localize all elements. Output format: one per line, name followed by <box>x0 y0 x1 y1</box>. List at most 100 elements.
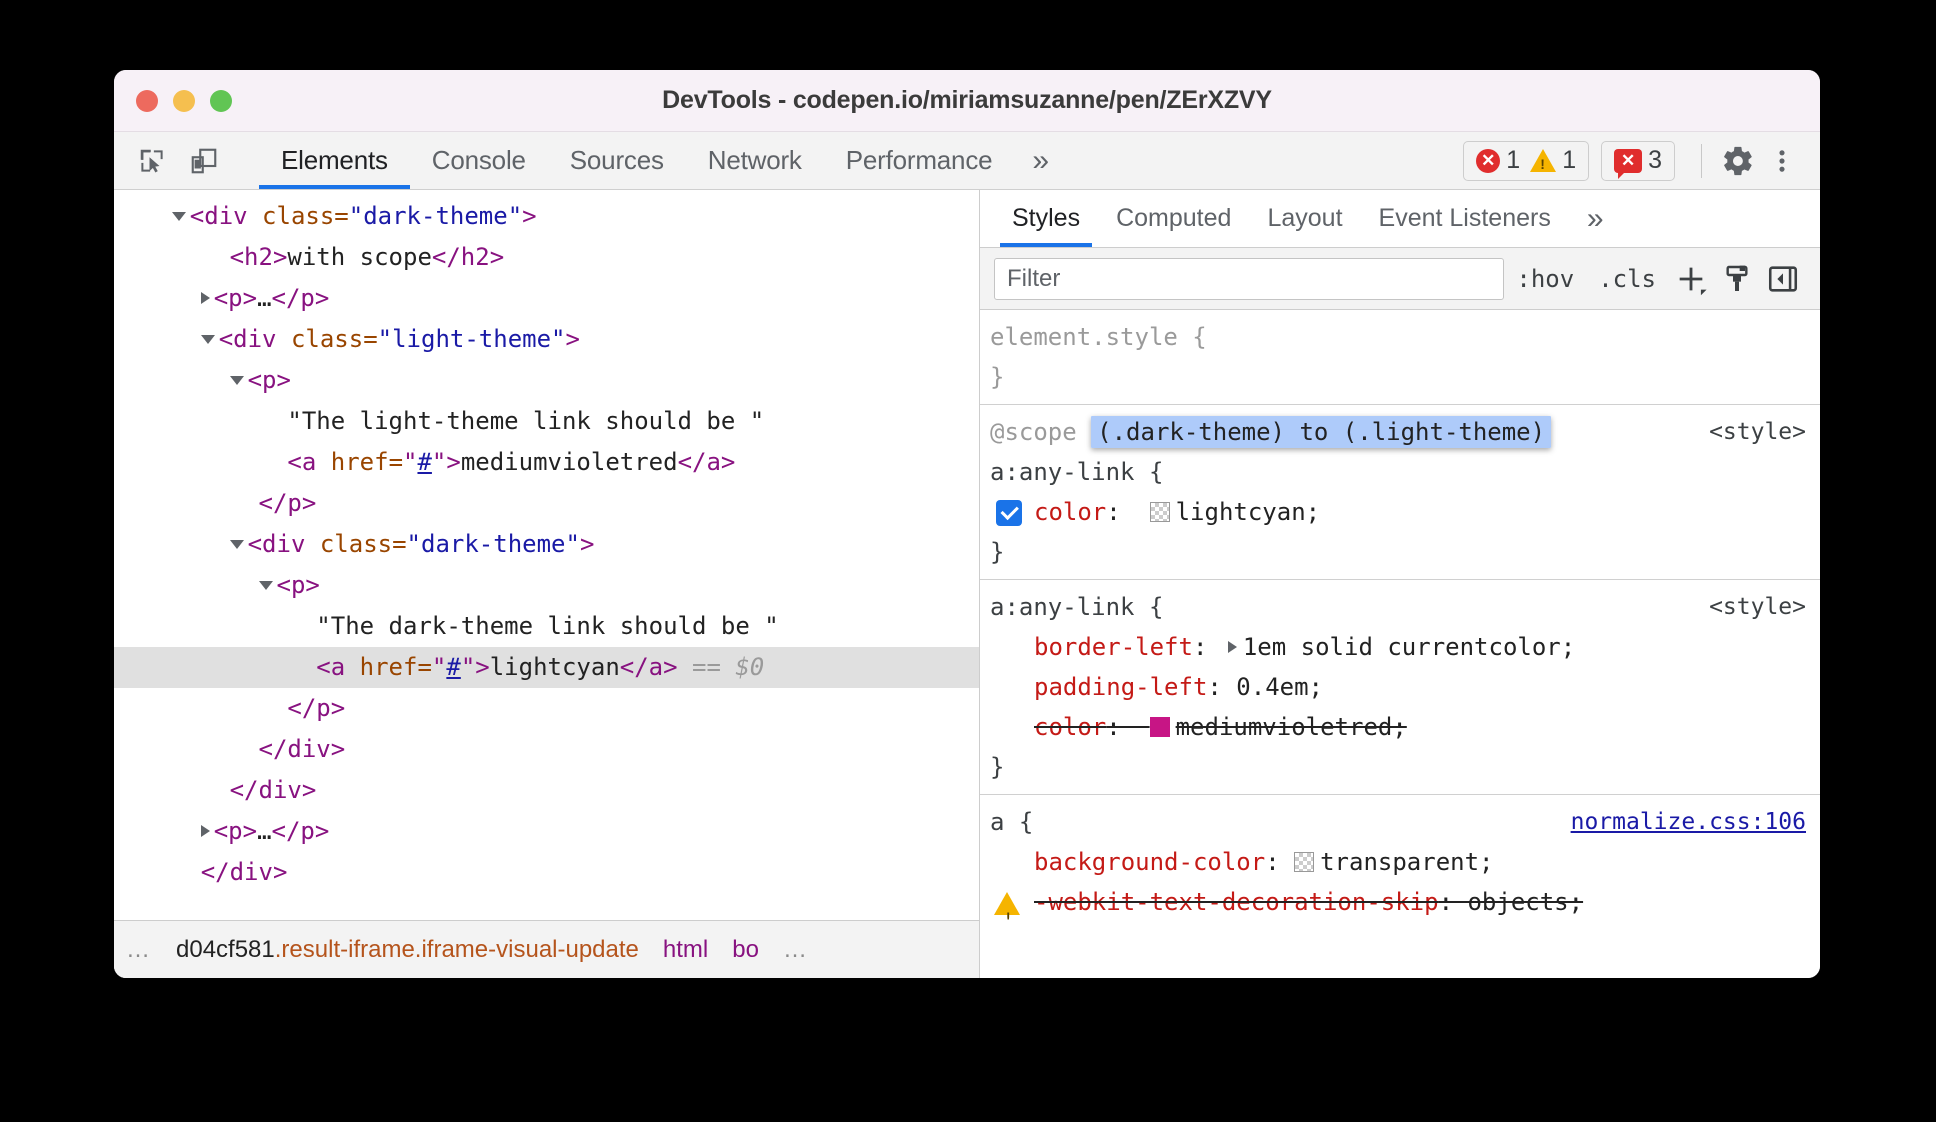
dom-tree[interactable]: <div class="dark-theme"> <h2>with scope<… <box>114 190 979 920</box>
css-property-name[interactable]: -webkit-text-decoration-skip <box>1034 888 1439 916</box>
dom-tree-row[interactable]: <div class="light-theme"> <box>114 319 979 360</box>
breadcrumb-item[interactable]: d04cf581 .result-iframe.iframe-visual-upd… <box>164 921 651 978</box>
kebab-menu-icon[interactable] <box>1760 139 1804 183</box>
css-declaration[interactable]: border-left: 1em solid currentcolor; <box>990 627 1820 667</box>
css-rule[interactable]: <style> @scope (.dark-theme) to (.light-t… <box>980 405 1820 580</box>
dom-tree-row[interactable]: </div> <box>114 729 979 770</box>
dom-tree-row[interactable]: <a href="#">mediumvioletred</a> <box>114 442 979 483</box>
issues-counter: ✕ 3 <box>1614 146 1662 179</box>
css-property-value[interactable]: 1em solid currentcolor; <box>1243 633 1575 661</box>
dom-tree-row[interactable]: <div class="dark-theme"> <box>114 196 979 237</box>
color-swatch[interactable] <box>1294 852 1315 872</box>
device-toolbar-icon[interactable] <box>182 139 226 183</box>
breadcrumb-item[interactable]: html <box>651 921 720 978</box>
css-selector[interactable]: a:any-link { <box>990 452 1820 492</box>
declaration-enabled-checkbox[interactable] <box>996 500 1022 526</box>
expand-triangle-icon[interactable] <box>200 292 210 304</box>
collapse-triangle-icon[interactable] <box>229 376 244 385</box>
breadcrumb-node-name: html <box>662 935 709 963</box>
maximize-window-button[interactable] <box>210 89 232 112</box>
dom-tree-row[interactable]: </p> <box>114 688 979 729</box>
toggle-pseudo-states-button[interactable]: :hov <box>1504 265 1586 293</box>
dom-tree-row[interactable]: </div> <box>114 852 979 893</box>
css-property-value[interactable]: 0.4em; <box>1236 673 1323 701</box>
tab-elements[interactable]: Elements <box>259 132 410 189</box>
css-property-name[interactable]: border-left <box>1034 633 1193 661</box>
color-swatch[interactable] <box>1149 502 1170 522</box>
css-property-value[interactable]: objects; <box>1467 888 1583 916</box>
toggle-element-classes-button[interactable]: .cls <box>1586 265 1668 293</box>
filter-input[interactable] <box>994 257 1505 300</box>
dom-tree-row[interactable]: <div class="dark-theme"> <box>114 524 979 565</box>
css-declaration[interactable]: background-color: transparent; <box>990 842 1820 882</box>
tab-performance[interactable]: Performance <box>824 132 1015 189</box>
dom-tree-row[interactable]: <p>…</p> <box>114 278 979 319</box>
collapse-triangle-icon[interactable] <box>200 335 215 344</box>
shorthand-expand-icon[interactable] <box>1227 641 1237 653</box>
breadcrumb-overflow-left[interactable]: … <box>114 921 164 978</box>
css-rules-list[interactable]: element.style {} <style> @scope (.dark-the… <box>980 310 1820 920</box>
css-property-name[interactable]: color <box>1034 498 1106 526</box>
breadcrumb-item[interactable]: bo <box>720 921 771 978</box>
collapse-triangle-icon[interactable] <box>258 581 273 590</box>
css-selector[interactable]: element.style { <box>990 317 1820 357</box>
css-declaration[interactable]: color: lightcyan; <box>990 492 1820 532</box>
dom-token-txt: lightcyan <box>489 653 620 681</box>
css-property-value[interactable]: mediumvioletred; <box>1176 713 1407 741</box>
breadcrumb-overflow-right[interactable]: … <box>771 921 821 978</box>
css-rule[interactable]: normalize.css:106 a {background-color: tr… <box>980 795 1820 920</box>
dom-tree-row[interactable]: "The dark-theme link should be " <box>114 606 979 647</box>
tab-event-listeners[interactable]: Event Listeners <box>1361 190 1569 247</box>
css-property-name[interactable]: color <box>1034 713 1106 741</box>
css-rule[interactable]: <style> a:any-link {border-left: 1em soli… <box>980 580 1820 795</box>
more-sidebar-tabs-icon[interactable]: » <box>1569 190 1622 247</box>
dom-tree-row[interactable]: <p> <box>114 360 979 401</box>
dom-tree-row[interactable]: </div> <box>114 770 979 811</box>
dom-tree-row[interactable]: "The light-theme link should be " <box>114 401 979 442</box>
css-rule[interactable]: element.style {} <box>980 310 1820 405</box>
css-declaration[interactable]: color: mediumvioletred; <box>990 707 1820 747</box>
at-scope-rule[interactable]: @scope (.dark-theme) to (.light-theme) <box>990 412 1820 452</box>
dom-tree-row[interactable]: </p> <box>114 483 979 524</box>
tab-console[interactable]: Console <box>410 132 548 189</box>
dom-tree-row[interactable]: <p>…</p> <box>114 811 979 852</box>
collapse-sidebar-icon[interactable] <box>1760 256 1806 302</box>
tab-network[interactable]: Network <box>686 132 824 189</box>
marker-spacer <box>259 407 288 435</box>
more-panels-icon[interactable]: » <box>1014 132 1067 189</box>
tab-layout[interactable]: Layout <box>1249 190 1360 247</box>
css-selector[interactable]: a:any-link { <box>990 587 1820 627</box>
console-counters-button[interactable]: ✕ 1 1 <box>1463 140 1590 181</box>
css-declaration[interactable]: -webkit-text-decoration-skip: objects; <box>990 882 1820 920</box>
paintbrush-icon[interactable] <box>1714 256 1760 302</box>
dom-token-dollar: == $0 <box>677 653 765 681</box>
tab-sources[interactable]: Sources <box>548 132 686 189</box>
tab-computed[interactable]: Computed <box>1098 190 1249 247</box>
minimize-window-button[interactable] <box>173 89 195 112</box>
css-property-value[interactable]: transparent; <box>1320 848 1493 876</box>
issues-counter-button[interactable]: ✕ 3 <box>1601 140 1675 181</box>
tab-styles[interactable]: Styles <box>994 190 1098 247</box>
panel-tabs: Elements Console Sources Network Perform… <box>259 132 1067 189</box>
css-property-value[interactable]: lightcyan; <box>1176 498 1321 526</box>
dom-tree-row-selected[interactable]: <a href="#">lightcyan</a> == $0 <box>114 647 979 688</box>
color-swatch[interactable] <box>1149 717 1170 737</box>
dom-tree-row[interactable]: <h2>with scope</h2> <box>114 237 979 278</box>
gear-icon[interactable] <box>1716 139 1760 183</box>
inspect-cursor-icon[interactable] <box>130 139 174 183</box>
plus-icon[interactable] <box>1668 256 1714 302</box>
close-window-button[interactable] <box>136 89 158 112</box>
css-property-name[interactable]: padding-left <box>1034 673 1207 701</box>
collapse-triangle-icon[interactable] <box>229 540 244 549</box>
marker-spacer <box>230 489 259 517</box>
issue-icon: ✕ <box>1614 148 1643 179</box>
css-declaration[interactable]: padding-left: 0.4em; <box>990 667 1820 707</box>
collapse-triangle-icon[interactable] <box>171 212 186 221</box>
expand-triangle-icon[interactable] <box>200 825 210 837</box>
css-property-name[interactable]: background-color <box>1034 848 1265 876</box>
stylesheet-source-link[interactable]: normalize.css:106 <box>1571 802 1806 842</box>
error-counter: ✕ 1 <box>1476 146 1520 175</box>
dom-tree-row[interactable]: <p> <box>114 565 979 606</box>
at-scope-prelude-highlight[interactable]: (.dark-theme) to (.light-theme) <box>1091 416 1552 448</box>
